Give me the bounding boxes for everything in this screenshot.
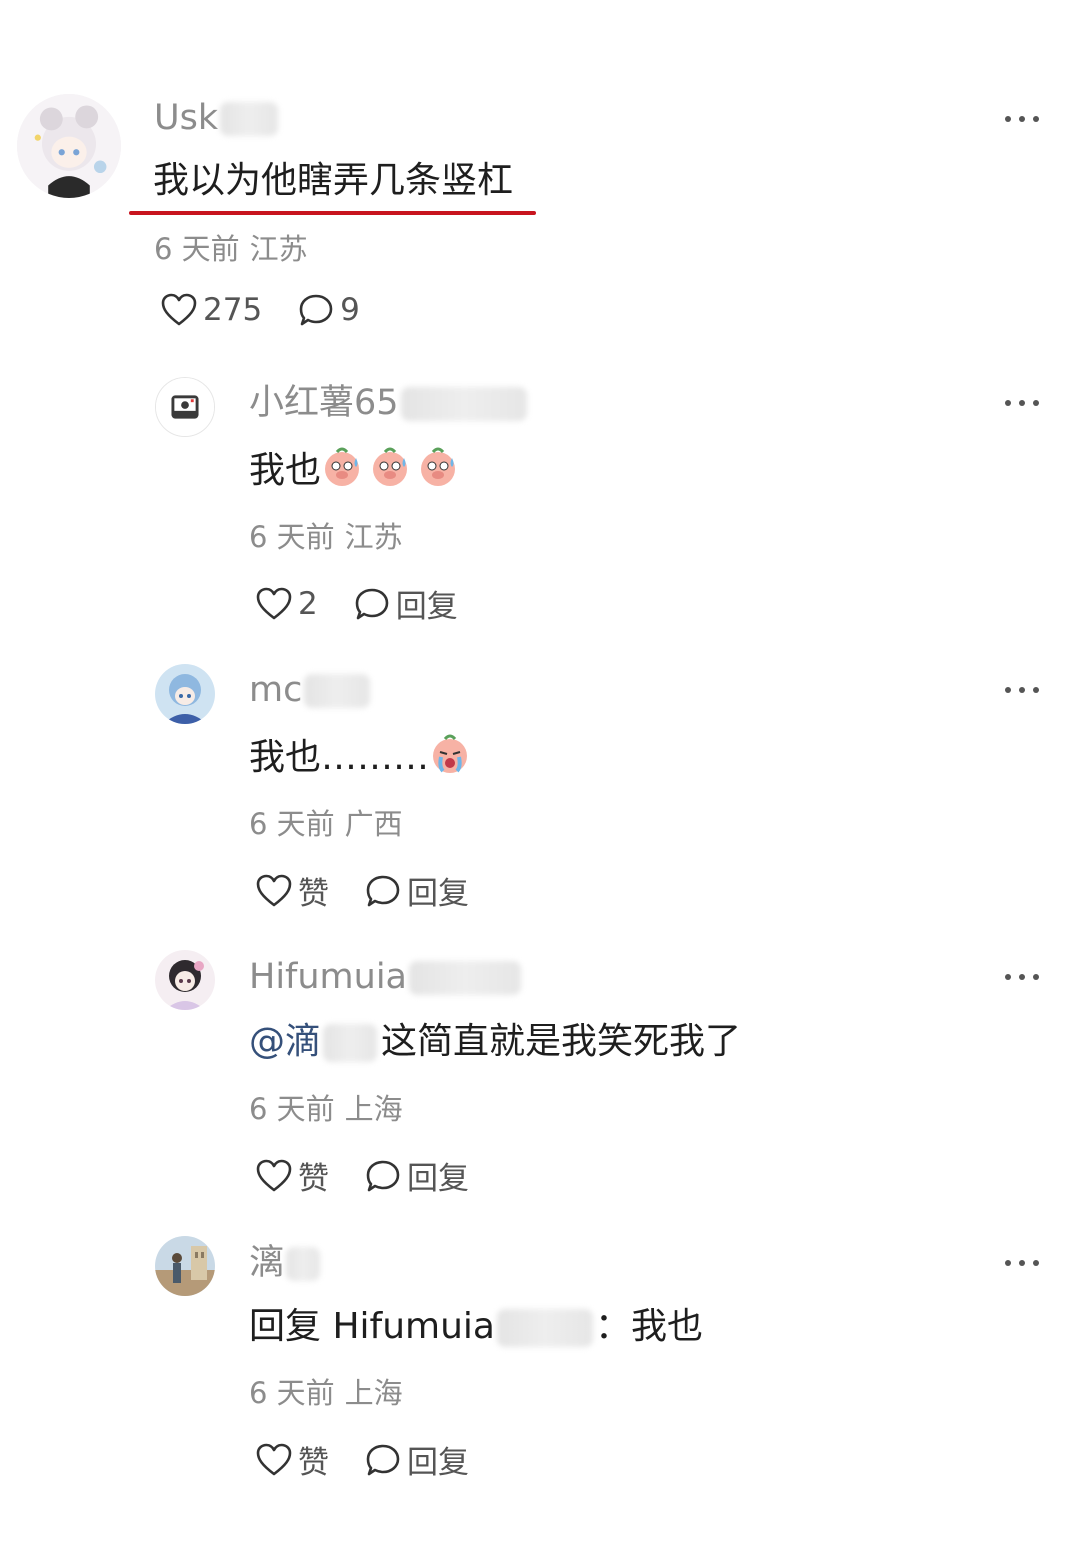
- like-button[interactable]: 赞: [256, 868, 329, 913]
- comment-text: 我也: [249, 446, 465, 494]
- comment-text-value: 这简直就是我笑死我了: [381, 1021, 742, 1062]
- author-name[interactable]: Hifumuia: [249, 957, 407, 997]
- blurred-text: [496, 1309, 593, 1347]
- comment-bubble-icon: [355, 588, 389, 619]
- comment-bubble-icon: [366, 1160, 400, 1191]
- heart-icon: [256, 1159, 292, 1191]
- comment-text-value: 我也: [249, 450, 322, 491]
- comment-text: 回复 Hifumuia ：我也: [249, 1304, 703, 1350]
- comment-location: 上海: [344, 1092, 403, 1126]
- reply-label: 回复: [407, 1161, 469, 1197]
- like-label: 赞: [298, 876, 329, 912]
- comment-text-value: 我也………: [249, 737, 430, 778]
- avatar[interactable]: [155, 950, 215, 1010]
- avatar[interactable]: [155, 377, 215, 437]
- author-name[interactable]: mc: [249, 670, 302, 710]
- camera-icon: [156, 378, 214, 436]
- comment-location: 江苏: [249, 232, 308, 266]
- comment-actions: 赞 回复: [256, 868, 505, 913]
- heart-icon: [256, 1443, 292, 1475]
- comment-author[interactable]: Usk: [154, 96, 279, 140]
- author-name[interactable]: 小红薯65: [249, 383, 399, 423]
- blurred-text: [304, 674, 371, 708]
- like-count: 275: [203, 292, 263, 328]
- comment-time: 6 天前: [249, 1376, 335, 1410]
- scenery-avatar-icon: [155, 1236, 215, 1296]
- comment-meta: 6 天前 广西: [249, 806, 403, 842]
- comment-meta: 6 天前 上海: [249, 1375, 403, 1411]
- author-name[interactable]: 漓: [249, 1243, 284, 1283]
- sweating-pig-emoji-icon: [325, 447, 360, 486]
- anime-avatar-icon: [155, 664, 215, 724]
- comment-author[interactable]: 小红薯65: [249, 381, 527, 425]
- like-label: 赞: [298, 1161, 329, 1197]
- highlight-underline: [129, 211, 536, 215]
- like-button[interactable]: 赞: [256, 1153, 329, 1198]
- reply-label: 回复: [407, 1445, 469, 1481]
- comment-time: 6 天前: [249, 520, 335, 554]
- reply-button[interactable]: 回复: [365, 868, 469, 913]
- comment-meta: 6 天前 江苏: [249, 519, 403, 555]
- like-count: 2: [298, 585, 318, 622]
- anime-avatar-icon: [155, 950, 215, 1010]
- heart-icon: [256, 587, 292, 619]
- author-name[interactable]: Usk: [154, 98, 218, 138]
- like-label: 赞: [298, 1445, 329, 1481]
- reply-button[interactable]: 9: [298, 292, 360, 328]
- reply-label: 回复: [407, 876, 469, 912]
- avatar[interactable]: [155, 1236, 215, 1296]
- comment-actions: 赞 回复: [256, 1153, 505, 1198]
- sweating-pig-emoji-icon: [421, 447, 456, 486]
- more-options-icon[interactable]: [1002, 965, 1042, 989]
- comment-time: 6 天前: [249, 807, 335, 841]
- avatar[interactable]: [155, 664, 215, 724]
- more-options-icon[interactable]: [1002, 107, 1042, 131]
- avatar[interactable]: [17, 94, 121, 198]
- comment-author[interactable]: 漓: [249, 1241, 321, 1285]
- comment-actions: 275 9: [161, 292, 396, 328]
- comment-time: 6 天前: [249, 1092, 335, 1126]
- anime-avatar-icon: [17, 94, 121, 198]
- more-options-icon[interactable]: [1002, 391, 1042, 415]
- comment-location: 广西: [344, 807, 403, 841]
- reply-label: 回复: [395, 589, 458, 625]
- mention-link[interactable]: @滴: [249, 1021, 321, 1062]
- blurred-text: [220, 102, 279, 136]
- comment-actions: 赞 回复: [256, 1437, 505, 1482]
- reply-button[interactable]: 回复: [365, 1437, 469, 1482]
- comment-time: 6 天前: [154, 232, 240, 266]
- like-button[interactable]: 2: [256, 586, 318, 622]
- comment-actions: 2 回复: [256, 581, 494, 626]
- like-button[interactable]: 275: [161, 292, 262, 328]
- heart-icon: [256, 874, 292, 906]
- reply-button[interactable]: 回复: [354, 581, 458, 626]
- comment-text: 我以为他瞎弄几条竖杠: [153, 160, 514, 201]
- more-options-icon[interactable]: [1002, 1251, 1042, 1275]
- more-options-icon[interactable]: [1002, 678, 1042, 702]
- comment-text: @滴 这简直就是我笑死我了: [249, 1019, 741, 1065]
- heart-icon: [161, 293, 197, 326]
- comment-text: 我也………: [249, 733, 477, 781]
- blurred-text: [400, 387, 527, 421]
- comment-meta: 6 天前 江苏: [154, 231, 308, 267]
- blurred-text: [323, 1024, 378, 1062]
- comment-bubble-icon: [366, 875, 400, 906]
- reply-count: 9: [340, 292, 360, 328]
- comment-bubble-icon: [366, 1444, 400, 1475]
- reply-button[interactable]: 回复: [365, 1153, 469, 1198]
- blurred-text: [409, 961, 521, 995]
- reply-prefix: 回复 Hifumuia: [249, 1306, 495, 1347]
- comment-location: 上海: [344, 1376, 403, 1410]
- comment-meta: 6 天前 上海: [249, 1091, 403, 1127]
- comment-bubble-icon: [299, 294, 333, 326]
- like-button[interactable]: 赞: [256, 1437, 329, 1482]
- blurred-text: [286, 1247, 321, 1281]
- sweating-pig-emoji-icon: [373, 447, 408, 486]
- comment-location: 江苏: [344, 520, 403, 554]
- comment-author[interactable]: Hifumuia: [249, 955, 521, 999]
- comment-author[interactable]: mc: [249, 668, 371, 712]
- comment-text-value: ：我也: [594, 1306, 703, 1347]
- crying-pig-emoji-icon: [433, 734, 468, 773]
